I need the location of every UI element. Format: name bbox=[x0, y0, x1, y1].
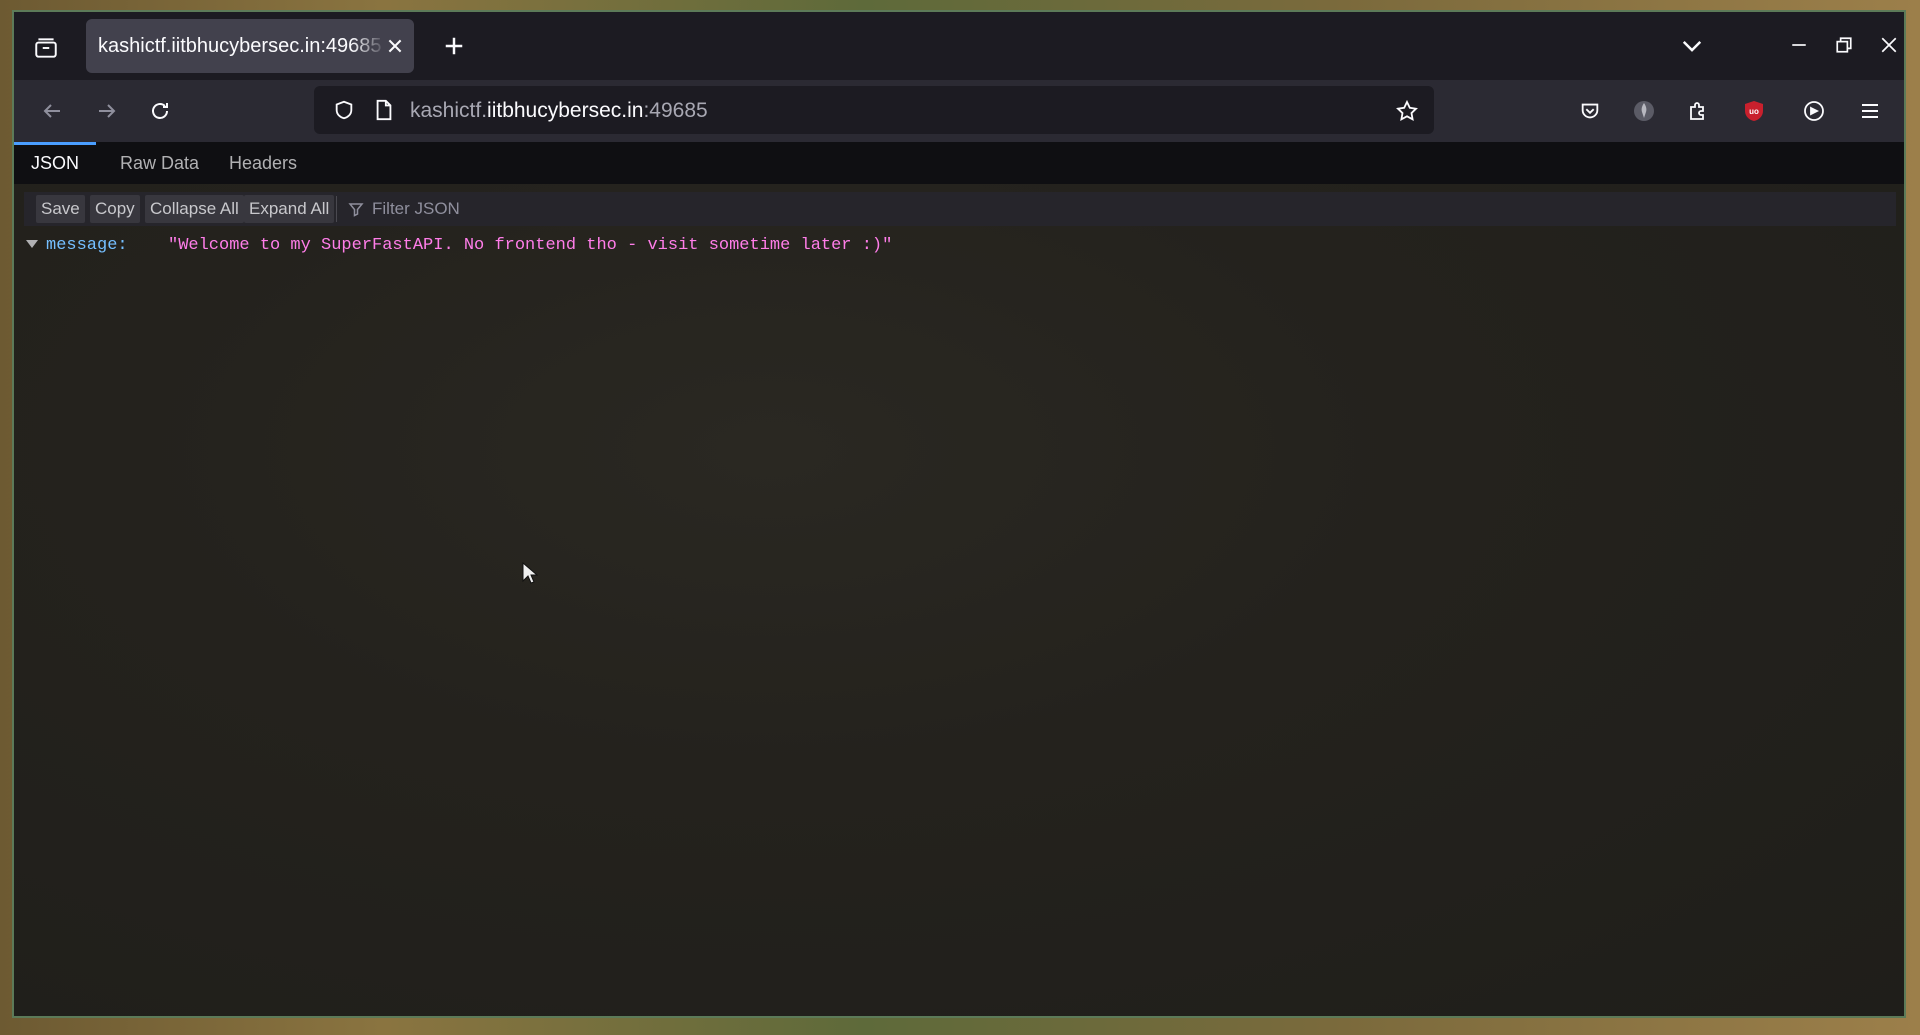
mouse-cursor-icon bbox=[522, 561, 539, 586]
tab-headers[interactable]: Headers bbox=[212, 142, 314, 184]
minimize-icon[interactable] bbox=[1784, 30, 1814, 60]
json-toolbar: Save Copy Collapse All Expand All bbox=[24, 192, 1896, 226]
expand-triangle-icon[interactable] bbox=[26, 240, 38, 248]
json-value: "Welcome to my SuperFastAPI. No frontend… bbox=[168, 236, 893, 255]
tab-json[interactable]: JSON bbox=[14, 142, 97, 184]
star-icon[interactable] bbox=[1392, 96, 1422, 126]
navigation-bar: kashictf.iitbhucybersec.in:49685 uo bbox=[14, 80, 1904, 142]
close-window-icon[interactable] bbox=[1874, 30, 1904, 60]
reload-icon[interactable] bbox=[142, 93, 178, 129]
ublock-icon[interactable]: uo bbox=[1736, 93, 1772, 129]
close-icon[interactable] bbox=[382, 33, 408, 59]
url-host: iitbhucybersec.in bbox=[487, 99, 644, 122]
json-viewer: JSON Raw Data Headers Save Copy Collapse… bbox=[14, 142, 1904, 1016]
tab-title: kashictf.iitbhucybersec.in:49685 bbox=[98, 35, 382, 57]
restore-icon[interactable] bbox=[1829, 30, 1859, 60]
filter-icon bbox=[346, 199, 366, 219]
copy-button[interactable]: Copy bbox=[90, 195, 140, 223]
url-prefix: kashictf. bbox=[410, 99, 488, 122]
tab-list-icon[interactable] bbox=[28, 30, 64, 66]
url-port: :49685 bbox=[643, 99, 708, 122]
browser-window: kashictf.iitbhucybersec.in:49685 kashict… bbox=[12, 10, 1906, 1018]
browser-tab[interactable]: kashictf.iitbhucybersec.in:49685 bbox=[86, 19, 414, 73]
url-bar[interactable]: kashictf.iitbhucybersec.in:49685 bbox=[314, 86, 1434, 134]
json-key: message: bbox=[46, 236, 128, 255]
extension-avatar-icon[interactable] bbox=[1626, 93, 1662, 129]
viewer-tabs: JSON Raw Data Headers bbox=[14, 142, 1904, 184]
extension-circle-icon[interactable] bbox=[1796, 93, 1832, 129]
forward-arrow-icon[interactable] bbox=[89, 93, 125, 129]
chevron-down-icon[interactable] bbox=[1674, 28, 1710, 64]
page-icon[interactable] bbox=[370, 96, 398, 124]
url-text[interactable]: kashictf.iitbhucybersec.in:49685 bbox=[410, 99, 708, 123]
tab-bar: kashictf.iitbhucybersec.in:49685 bbox=[14, 12, 1904, 80]
hamburger-menu-icon[interactable] bbox=[1852, 93, 1888, 129]
tab-raw-data[interactable]: Raw Data bbox=[103, 142, 216, 184]
filter-json-input[interactable] bbox=[368, 196, 1076, 222]
back-arrow-icon[interactable] bbox=[34, 93, 70, 129]
save-button[interactable]: Save bbox=[36, 195, 85, 223]
puzzle-icon[interactable] bbox=[1680, 93, 1716, 129]
pocket-icon[interactable] bbox=[1572, 93, 1608, 129]
plus-icon[interactable] bbox=[436, 28, 472, 64]
toolbar-divider bbox=[336, 196, 337, 222]
svg-text:uo: uo bbox=[1749, 107, 1759, 116]
shield-icon[interactable] bbox=[330, 96, 358, 124]
collapse-all-button[interactable]: Collapse All bbox=[145, 195, 244, 223]
expand-all-button[interactable]: Expand All bbox=[244, 195, 335, 223]
